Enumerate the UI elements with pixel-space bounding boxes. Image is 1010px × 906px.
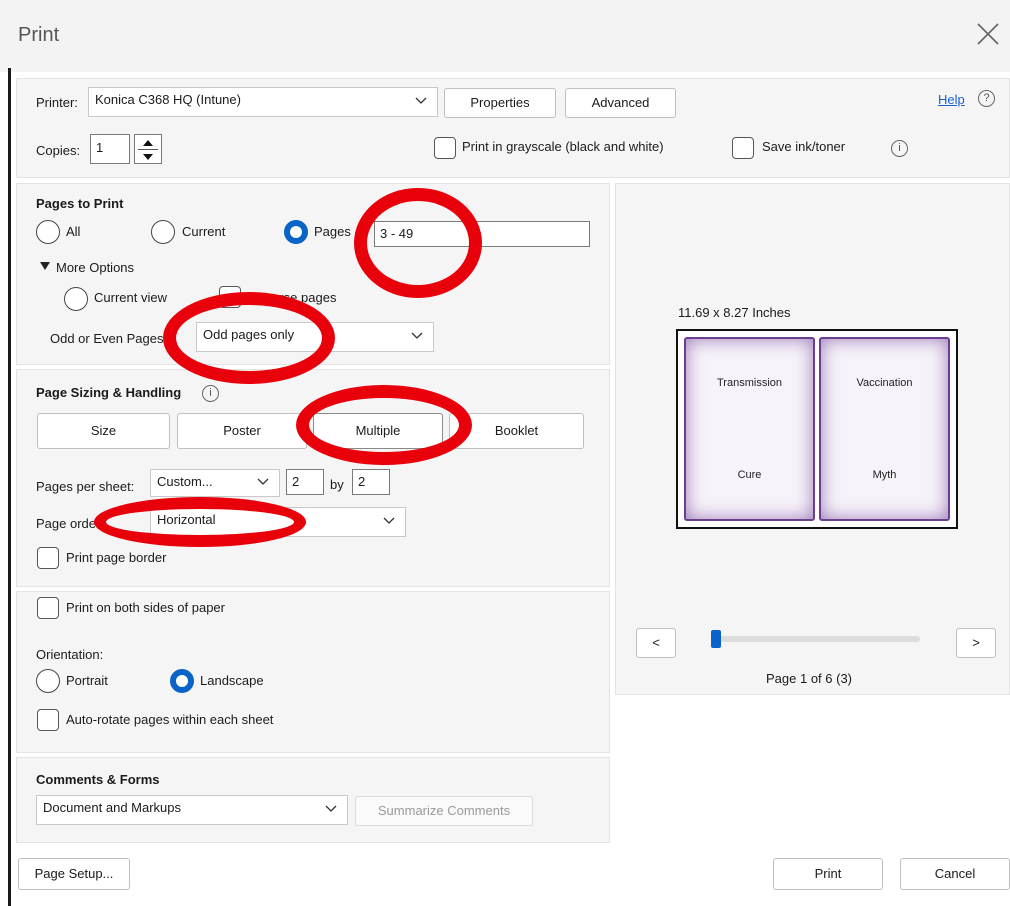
printer-label: Printer: (36, 95, 78, 110)
chevron-down-icon (411, 332, 423, 339)
printer-value: Konica C368 HQ (Intune) (95, 92, 241, 107)
current-view-label: Current view (94, 290, 167, 305)
pages-per-sheet-label: Pages per sheet: (36, 479, 135, 494)
current-label: Current (182, 224, 226, 239)
grayscale-label: Print in grayscale (black and white) (462, 139, 664, 154)
dialog-title: Print (18, 24, 60, 46)
summarize-comments-button[interactable]: Summarize Comments (355, 796, 533, 826)
page-setup-button[interactable]: Page Setup... (18, 858, 130, 890)
odd-even-select[interactable]: Odd pages only (196, 322, 434, 352)
page-status: Page 1 of 6 (3) (766, 671, 852, 686)
portrait-radio[interactable] (36, 669, 60, 693)
chevron-down-icon (257, 478, 269, 485)
preview-tile-label: Myth (872, 469, 897, 481)
current-radio[interactable] (151, 220, 175, 244)
save-ink-label: Save ink/toner (762, 139, 846, 154)
pages-label: Pages (314, 224, 351, 239)
all-radio[interactable] (36, 220, 60, 244)
print-button[interactable]: Print (773, 858, 883, 890)
help-link[interactable]: Help (938, 92, 965, 107)
preview-tiles: Transmission Vaccination Cure Myth (684, 337, 950, 521)
page-slider-thumb[interactable] (711, 630, 721, 648)
prev-page-button[interactable]: < (636, 628, 676, 658)
pages-per-sheet-value: Custom... (157, 474, 213, 489)
landscape-label: Landscape (200, 673, 264, 688)
left-edge (8, 68, 11, 906)
orientation-label: Orientation: (36, 647, 104, 662)
help-icon[interactable]: ? (978, 90, 995, 107)
stepper-divider (138, 149, 158, 150)
copies-input[interactable]: 1 (90, 134, 130, 164)
both-sides-label: Print on both sides of paper (66, 600, 225, 615)
save-ink-info-icon[interactable]: i (891, 140, 908, 157)
cancel-button[interactable]: Cancel (900, 858, 1010, 890)
printer-select[interactable]: Konica C368 HQ (Intune) (88, 87, 438, 117)
tab-size[interactable]: Size (37, 413, 170, 449)
auto-rotate-checkbox[interactable] (37, 709, 59, 731)
auto-rotate-label: Auto-rotate pages within each sheet (66, 712, 274, 727)
page-order-select[interactable]: Horizontal (150, 507, 406, 537)
page-slider-track[interactable] (714, 636, 920, 642)
preview-tile-label: Transmission (717, 377, 782, 389)
print-border-checkbox[interactable] (37, 547, 59, 569)
properties-button[interactable]: Properties (444, 88, 556, 118)
save-ink-checkbox[interactable] (732, 137, 754, 159)
tab-poster[interactable]: Poster (177, 413, 307, 449)
odd-even-label: Odd or Even Pages: (50, 331, 168, 346)
pages-range-input[interactable]: 3 - 49 (374, 221, 590, 247)
pages-to-print-heading: Pages to Print (36, 196, 124, 211)
chevron-down-icon (415, 97, 427, 104)
pages-radio[interactable] (284, 220, 308, 244)
columns-input[interactable]: 2 (286, 469, 324, 495)
print-border-label: Print page border (66, 550, 167, 565)
all-label: All (66, 224, 81, 239)
stepper-down-icon[interactable] (142, 153, 154, 161)
tab-booklet[interactable]: Booklet (449, 413, 584, 449)
current-view-radio[interactable] (64, 287, 88, 311)
comments-value: Document and Markups (43, 800, 182, 815)
by-label: by (330, 477, 344, 492)
preview-tile-label: Cure (737, 469, 762, 481)
grayscale-checkbox[interactable] (434, 137, 456, 159)
reverse-pages-checkbox[interactable] (219, 286, 241, 308)
collapse-triangle-icon[interactable] (40, 262, 50, 270)
landscape-radio[interactable] (170, 669, 194, 693)
comments-select[interactable]: Document and Markups (36, 795, 348, 825)
portrait-label: Portrait (66, 673, 108, 688)
title-bar (0, 0, 1010, 72)
preview-tile-label: Vaccination (856, 377, 913, 389)
page-order-value: Horizontal (157, 512, 216, 527)
next-page-button[interactable]: > (956, 628, 996, 658)
rows-input[interactable]: 2 (352, 469, 390, 495)
duplex-panel (16, 591, 610, 753)
both-sides-checkbox[interactable] (37, 597, 59, 619)
reverse-pages-label: Reverse pages (249, 290, 337, 305)
stepper-up-icon[interactable] (142, 139, 154, 147)
tab-multiple[interactable]: Multiple (313, 413, 443, 449)
copies-label: Copies: (36, 143, 81, 158)
more-options-toggle[interactable]: More Options (56, 260, 134, 275)
chevron-down-icon (325, 805, 337, 812)
copies-stepper[interactable] (134, 134, 162, 164)
page-sizing-heading: Page Sizing & Handling (36, 385, 182, 400)
chevron-down-icon (383, 517, 395, 524)
odd-even-value: Odd pages only (203, 327, 295, 342)
advanced-button[interactable]: Advanced (565, 88, 676, 118)
comments-heading: Comments & Forms (36, 772, 160, 787)
paper-size-label: 11.69 x 8.27 Inches (678, 305, 791, 320)
close-icon[interactable] (976, 22, 1000, 46)
page-order-label: Page order: (36, 516, 104, 531)
page-sizing-info-icon[interactable]: i (202, 385, 219, 402)
pages-per-sheet-select[interactable]: Custom... (150, 469, 280, 497)
